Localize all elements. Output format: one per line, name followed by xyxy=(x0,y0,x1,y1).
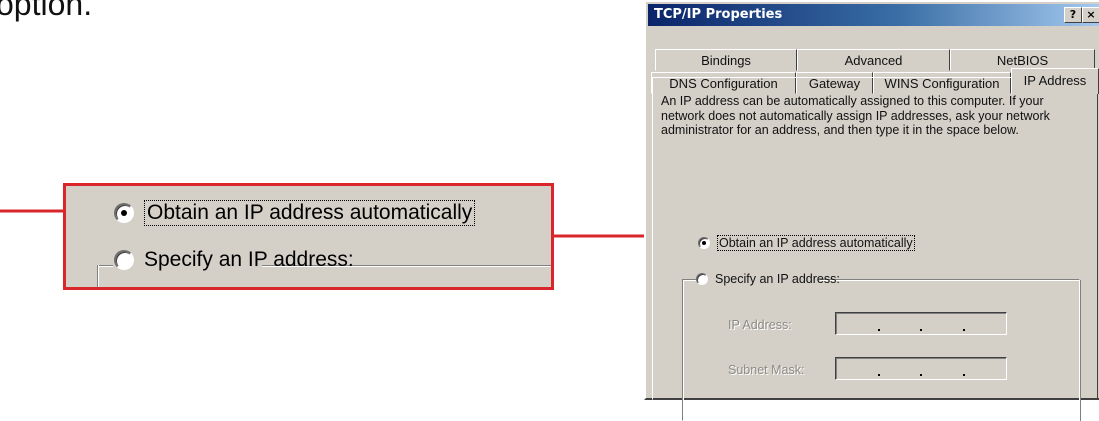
group-border-line xyxy=(97,265,99,287)
radio-checked-icon[interactable] xyxy=(698,237,710,249)
radio-unchecked-icon[interactable] xyxy=(114,250,134,270)
ip-address-field[interactable] xyxy=(835,312,1007,335)
option-specify-ip[interactable]: Specify an IP address: xyxy=(696,272,840,286)
tcpip-properties-dialog: TCP/IP Properties ? × Bindings Advanced … xyxy=(644,0,1099,421)
radio-unchecked-icon[interactable] xyxy=(696,273,708,285)
zoom-callout: Obtain an IP address automatically Speci… xyxy=(63,183,554,290)
option-obtain-automatically-label: Obtain an IP address automatically xyxy=(717,235,915,251)
zoom-option-specify[interactable]: Specify an IP address: xyxy=(114,248,354,272)
description-text: An IP address can be automatically assig… xyxy=(661,94,1050,137)
caption-text: option. xyxy=(0,0,93,22)
zoom-option-specify-label: Specify an IP address: xyxy=(144,248,354,271)
tab-advanced[interactable]: Advanced xyxy=(797,49,950,71)
ip-address-label: IP Address: xyxy=(728,318,792,332)
tab-ip-address[interactable]: IP Address xyxy=(1011,68,1099,94)
radio-checked-icon[interactable] xyxy=(114,203,134,223)
zoom-option-auto-label: Obtain an IP address automatically xyxy=(144,200,476,226)
subnet-mask-label: Subnet Mask: xyxy=(728,363,805,377)
dialog-title: TCP/IP Properties xyxy=(654,7,783,22)
tab-bindings[interactable]: Bindings xyxy=(655,49,797,71)
option-specify-ip-label: Specify an IP address: xyxy=(715,272,840,286)
title-bar: TCP/IP Properties ? × xyxy=(648,4,1099,26)
subnet-mask-field[interactable] xyxy=(835,357,1007,380)
zoom-option-auto[interactable]: Obtain an IP address automatically xyxy=(114,200,476,226)
option-obtain-automatically[interactable]: Obtain an IP address automatically xyxy=(698,235,915,251)
help-button[interactable]: ? xyxy=(1064,7,1082,23)
close-button[interactable]: × xyxy=(1082,7,1099,23)
group-border-line xyxy=(97,265,113,267)
ip-groupbox xyxy=(682,279,1080,421)
